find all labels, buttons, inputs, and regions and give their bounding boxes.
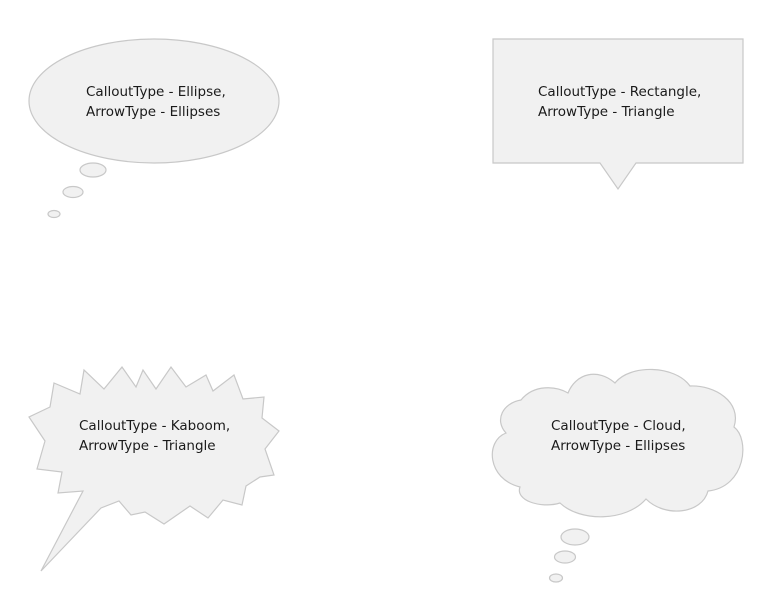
cloud-callout-line1: CalloutType - Cloud,	[551, 418, 686, 434]
cloud-callout-line2: ArrowType - Ellipses	[551, 438, 686, 454]
ellipse-callout[interactable]	[28, 38, 280, 219]
ellipse-callout-line1: CalloutType - Ellipse,	[86, 84, 226, 100]
kaboom-callout-line2: ArrowType - Triangle	[79, 438, 216, 454]
ellipse-callout-bubble	[79, 162, 107, 178]
kaboom-callout[interactable]	[28, 365, 280, 572]
rectangle-callout-label: CalloutType - Rectangle, ArrowType - Tri…	[538, 82, 701, 122]
cloud-callout-bubble	[560, 528, 590, 546]
ellipse-callout-line2: ArrowType - Ellipses	[86, 104, 221, 120]
ellipse-callout-bubble	[47, 209, 61, 219]
ellipse-callout-label: CalloutType - Ellipse, ArrowType - Ellip…	[86, 82, 226, 122]
ellipse-callout-bubble	[62, 185, 84, 199]
kaboom-callout-label: CalloutType - Kaboom, ArrowType - Triang…	[79, 416, 230, 456]
kaboom-callout-line1: CalloutType - Kaboom,	[79, 418, 231, 434]
cloud-callout[interactable]	[491, 368, 744, 583]
cloud-callout-bubble	[548, 573, 564, 583]
rectangle-callout-line2: ArrowType - Triangle	[538, 104, 675, 120]
cloud-callout-bubble	[553, 550, 577, 564]
rectangle-callout-line1: CalloutType - Rectangle,	[538, 84, 702, 100]
kaboom-callout-body	[28, 365, 280, 572]
callout-canvas: CalloutType - Ellipse, ArrowType - Ellip…	[0, 0, 772, 594]
cloud-callout-label: CalloutType - Cloud, ArrowType - Ellipse…	[551, 416, 686, 456]
